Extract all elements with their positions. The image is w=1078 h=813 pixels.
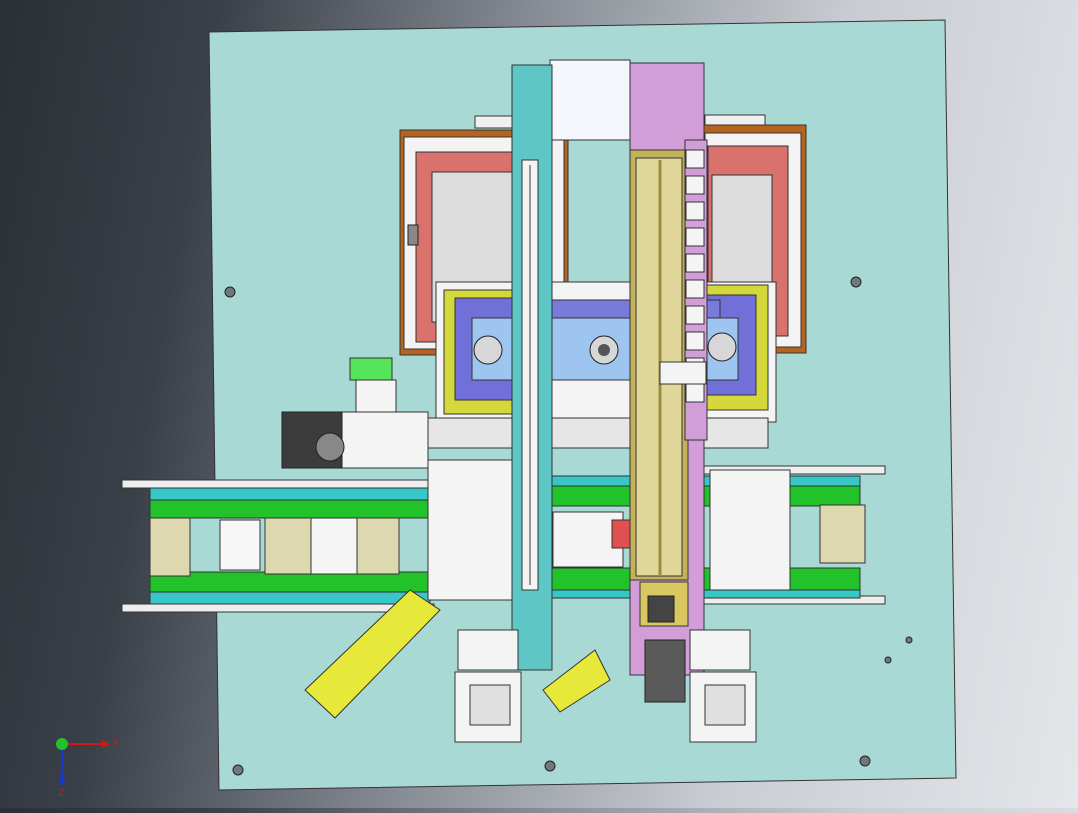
z-axis-label: Z (58, 788, 64, 796)
green-connector (349, 357, 393, 381)
coordinate-triad: X Z (56, 738, 119, 796)
cad-graphics-area[interactable] (0, 0, 1078, 808)
cyan-bar (511, 64, 553, 671)
cylinder-left (454, 629, 522, 743)
pink-rail (629, 62, 708, 703)
cylinder-right (689, 629, 757, 743)
top-bracket (549, 59, 631, 141)
x-axis-label: X (112, 738, 119, 749)
y-axis-dot (56, 738, 68, 750)
gear (315, 432, 345, 462)
cad-model-view (121, 19, 957, 791)
conveyor-left (121, 479, 435, 613)
